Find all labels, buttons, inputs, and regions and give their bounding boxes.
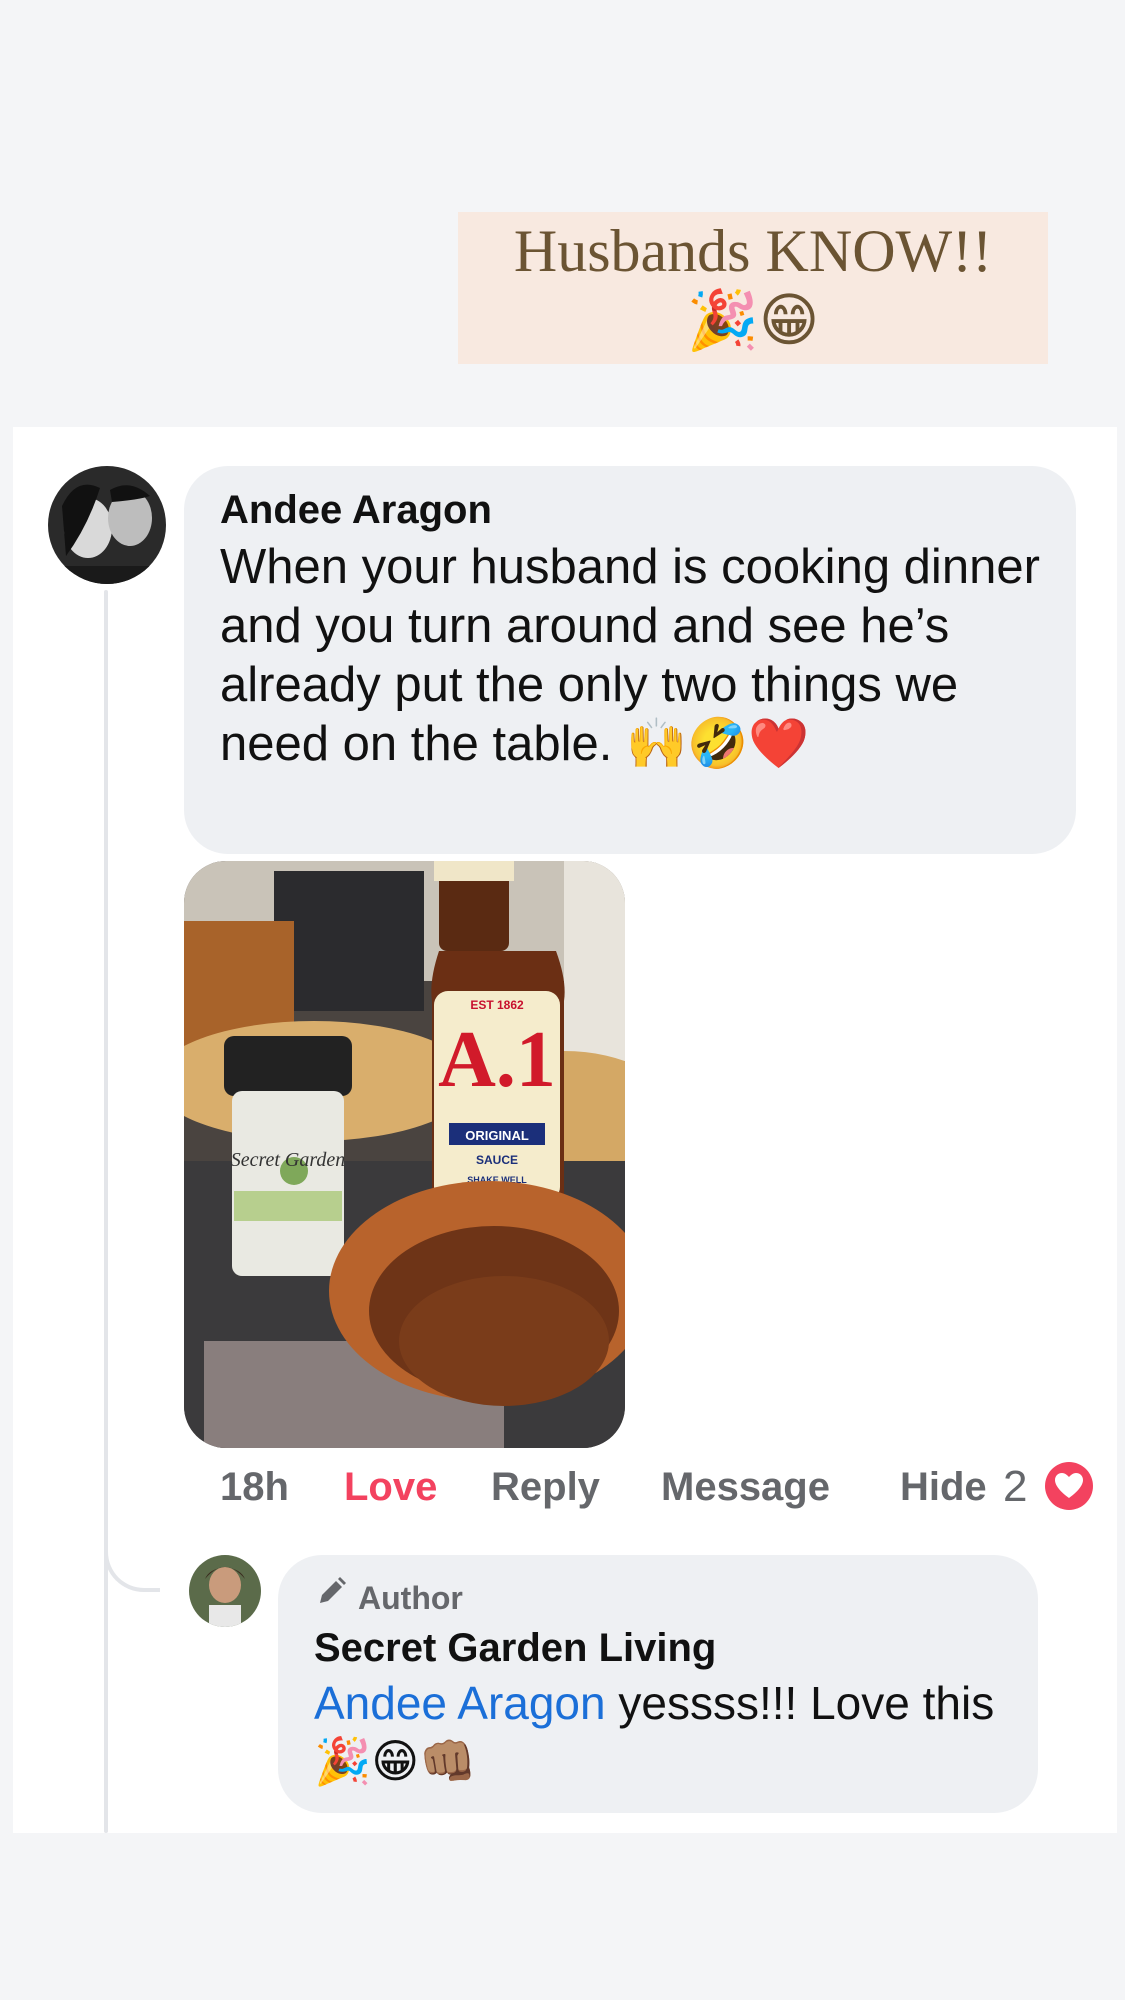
- comment-photo[interactable]: Secret Garden EST 1862 A.1 ORIGINAL SAUC…: [184, 861, 625, 1448]
- hide-button[interactable]: Hide: [900, 1462, 987, 1512]
- a1-est-label: EST 1862: [470, 998, 524, 1012]
- comment-text: When your husband is cooking dinner and …: [220, 540, 1040, 771]
- a1-logo: A.1: [438, 1016, 556, 1104]
- love-button[interactable]: Love: [344, 1462, 437, 1512]
- heart-reaction-icon[interactable]: [1045, 1462, 1093, 1510]
- avatar[interactable]: [48, 466, 166, 584]
- thread-line: [104, 590, 108, 1833]
- author-badge: Author: [314, 1575, 1002, 1620]
- reply-button[interactable]: Reply: [491, 1462, 600, 1512]
- reply-bubble[interactable]: Author Secret Garden Living Andee Aragon…: [278, 1555, 1038, 1813]
- caption-text: Husbands KNOW!!: [513, 218, 993, 284]
- post-caption: Husbands KNOW!! 🎉😁: [458, 212, 1048, 364]
- reply-text: Andee Aragon yessss!!! Love this 🎉😁👊🏽: [314, 1674, 1002, 1790]
- comment-bubble[interactable]: Andee Aragon When your husband is cookin…: [184, 466, 1076, 854]
- caption-emoji: 🎉😁: [686, 286, 820, 354]
- reaction-count[interactable]: 2: [1003, 1462, 1027, 1512]
- reply-avatar[interactable]: [189, 1555, 261, 1627]
- author-badge-label: Author: [358, 1579, 463, 1616]
- pencil-icon: [314, 1575, 348, 1620]
- reply-author[interactable]: Secret Garden Living: [314, 1624, 1002, 1672]
- a1-original-label: ORIGINAL: [465, 1128, 529, 1143]
- a1-sauce-label: SAUCE: [476, 1153, 518, 1167]
- mention-link[interactable]: Andee Aragon: [314, 1677, 606, 1729]
- jar-label: Secret Garden: [231, 1149, 346, 1171]
- comment-author[interactable]: Andee Aragon: [220, 488, 1040, 532]
- message-button[interactable]: Message: [661, 1462, 830, 1512]
- comment-timestamp[interactable]: 18h: [220, 1462, 289, 1512]
